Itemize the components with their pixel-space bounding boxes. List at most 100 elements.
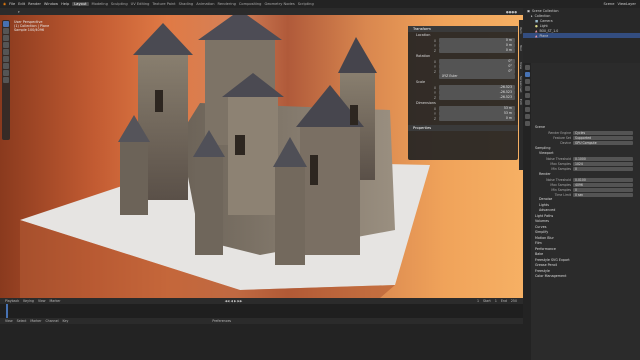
editor-select-menu[interactable]: Select (17, 319, 27, 323)
rotation-y-field[interactable]: 0° (439, 64, 515, 69)
dimensions-z-field[interactable]: 0 m (439, 116, 515, 121)
tab-modeling[interactable]: Modeling (92, 2, 108, 6)
render-noise-row: Noise Threshold 0.0100 (523, 177, 640, 182)
rotation-z-field[interactable]: 0° (439, 69, 515, 74)
viewport-noise-threshold-field[interactable]: 0.1000 (573, 157, 633, 161)
viewport-max-samples-row: Max Samples 1024 (523, 162, 640, 167)
material-tab-icon[interactable] (524, 121, 530, 126)
outliner-item-plane[interactable]: ▲ Plane (523, 33, 640, 38)
bottom-editor[interactable] (0, 324, 523, 360)
camera-icon: ■ (535, 18, 539, 23)
modifier-tab-icon[interactable] (524, 114, 530, 119)
start-frame-field[interactable]: 1 (495, 299, 497, 303)
menu-render[interactable]: Render (28, 2, 41, 6)
dimensions-z-row: Z0 m (408, 116, 518, 121)
tab-compositing[interactable]: Compositing (239, 2, 262, 6)
tab-rendering[interactable]: Rendering (218, 2, 236, 6)
render-max-samples-field[interactable]: 4096 (573, 182, 633, 187)
dimensions-x-field[interactable]: 53 m (439, 106, 515, 111)
timeline-area[interactable] (0, 304, 523, 318)
menu-help[interactable]: Help (61, 2, 69, 6)
scene-tab-icon[interactable] (524, 93, 530, 98)
dimensions-x-row: X 53 m (408, 106, 518, 111)
object-mode-dropdown[interactable]: ▾ (18, 10, 20, 14)
outliner: ▣ Scene Collection ▸ Collection ■ Camera ● L… (523, 8, 640, 63)
cursor-icon[interactable] (3, 28, 9, 34)
tab-texture-paint[interactable]: Texture Paint (152, 2, 175, 6)
object-tab-icon[interactable] (524, 107, 530, 112)
tab-scripting[interactable]: Scripting (298, 2, 314, 6)
mesh-icon: ▲ (535, 33, 538, 38)
tab-animation[interactable]: Animation (196, 2, 214, 6)
scale-y-field[interactable]: -26.523 (439, 90, 515, 95)
current-frame-field[interactable]: 1 (477, 299, 479, 303)
viewport-min-samples-field[interactable]: 0 (573, 167, 633, 171)
menu-edit[interactable]: Edit (18, 2, 25, 6)
render-tab-icon[interactable] (524, 72, 530, 77)
playhead[interactable] (6, 304, 8, 318)
keying-menu[interactable]: Keying (23, 299, 34, 303)
transform-icon[interactable] (3, 56, 9, 62)
editor-marker-menu[interactable]: Marker (30, 319, 41, 323)
editor-channel-menu[interactable]: Channel (45, 319, 58, 323)
properties-tabs (523, 63, 531, 360)
tab-sculpting[interactable]: Sculpting (111, 2, 128, 6)
rotate-icon[interactable] (3, 42, 9, 48)
viewport-info: User Perspective (1) Collection | Plane … (14, 20, 49, 33)
rotation-x-field[interactable]: 0° (439, 59, 515, 64)
end-frame-field[interactable]: 250 (511, 299, 523, 303)
view-layer-selector[interactable]: ViewLayer (617, 2, 640, 6)
color-management-section[interactable]: Color Management (523, 274, 640, 280)
device-dropdown[interactable]: GPU Compute (573, 141, 633, 145)
render-engine-row: Render Engine Cycles (523, 131, 640, 136)
editor-view-menu[interactable]: View (5, 319, 13, 323)
scale-x-field[interactable]: -26.523 (439, 85, 515, 90)
feature-set-dropdown[interactable]: Supported (573, 136, 633, 140)
world-tab-icon[interactable] (524, 100, 530, 105)
rotation-mode-dropdown[interactable]: XYZ Euler (439, 74, 515, 79)
render-noise-threshold-field[interactable]: 0.0100 (573, 177, 633, 182)
scene-selector[interactable]: Scene (603, 2, 614, 6)
viewport-max-samples-field[interactable]: 1024 (573, 162, 633, 166)
tab-shading[interactable]: Shading (179, 2, 194, 6)
collection-icon: ▸ (531, 13, 533, 18)
add-cube-icon[interactable] (3, 77, 9, 83)
view-layer-tab-icon[interactable] (524, 86, 530, 91)
render-time-limit-field[interactable]: 0 sec (573, 192, 633, 197)
scale-z-field[interactable]: -26.523 (439, 95, 515, 100)
select-box-icon[interactable] (3, 21, 9, 27)
render-max-samples-row: Max Samples 4096 (523, 182, 640, 187)
tab-uv-editing[interactable]: UV Editing (131, 2, 150, 6)
properties-header[interactable]: Properties (408, 125, 518, 131)
scale-z-row: Z -26.523 (408, 95, 518, 100)
light-icon: ● (535, 23, 538, 28)
location-x-field[interactable]: 0 m (439, 38, 515, 43)
end-label: End (500, 299, 507, 303)
editor-key-menu[interactable]: Key (63, 319, 69, 323)
dimensions-y-field[interactable]: 53 m (439, 111, 515, 116)
tab-geometry-nodes[interactable]: Geometry Nodes (264, 2, 294, 6)
render-min-samples-row: Min Samples 0 (523, 187, 640, 192)
render-min-samples-field[interactable]: 0 (573, 187, 633, 192)
move-icon[interactable] (3, 35, 9, 41)
marker-menu[interactable]: Marker (50, 299, 61, 303)
tab-layout[interactable]: Layout (72, 2, 89, 6)
measure-icon[interactable] (3, 70, 9, 76)
output-tab-icon[interactable] (524, 79, 530, 84)
location-y-field[interactable]: 0 m (439, 43, 515, 48)
render-engine-dropdown[interactable]: Cycles (573, 131, 633, 135)
device-row: Device GPU Compute (523, 141, 640, 146)
location-z-field[interactable]: 0 m (439, 48, 515, 53)
scale-icon[interactable] (3, 49, 9, 55)
tool-tab-icon[interactable] (524, 65, 530, 70)
menu-file[interactable]: File (9, 2, 15, 6)
view-menu[interactable]: View (38, 299, 46, 303)
blender-logo-icon[interactable]: ◉ (3, 2, 6, 6)
play-icon[interactable]: ◀◀ ◀ ▶ ▶▶ (225, 299, 243, 303)
scale-y-row: Y -26.523 (408, 90, 518, 95)
viewport-shading-icon[interactable]: ●●●● (506, 10, 523, 14)
menu-window[interactable]: Window (44, 2, 58, 6)
annotate-icon[interactable] (3, 63, 9, 69)
playback-menu[interactable]: Playback (5, 299, 19, 303)
rotation-z-row: Z 0° (408, 69, 518, 74)
